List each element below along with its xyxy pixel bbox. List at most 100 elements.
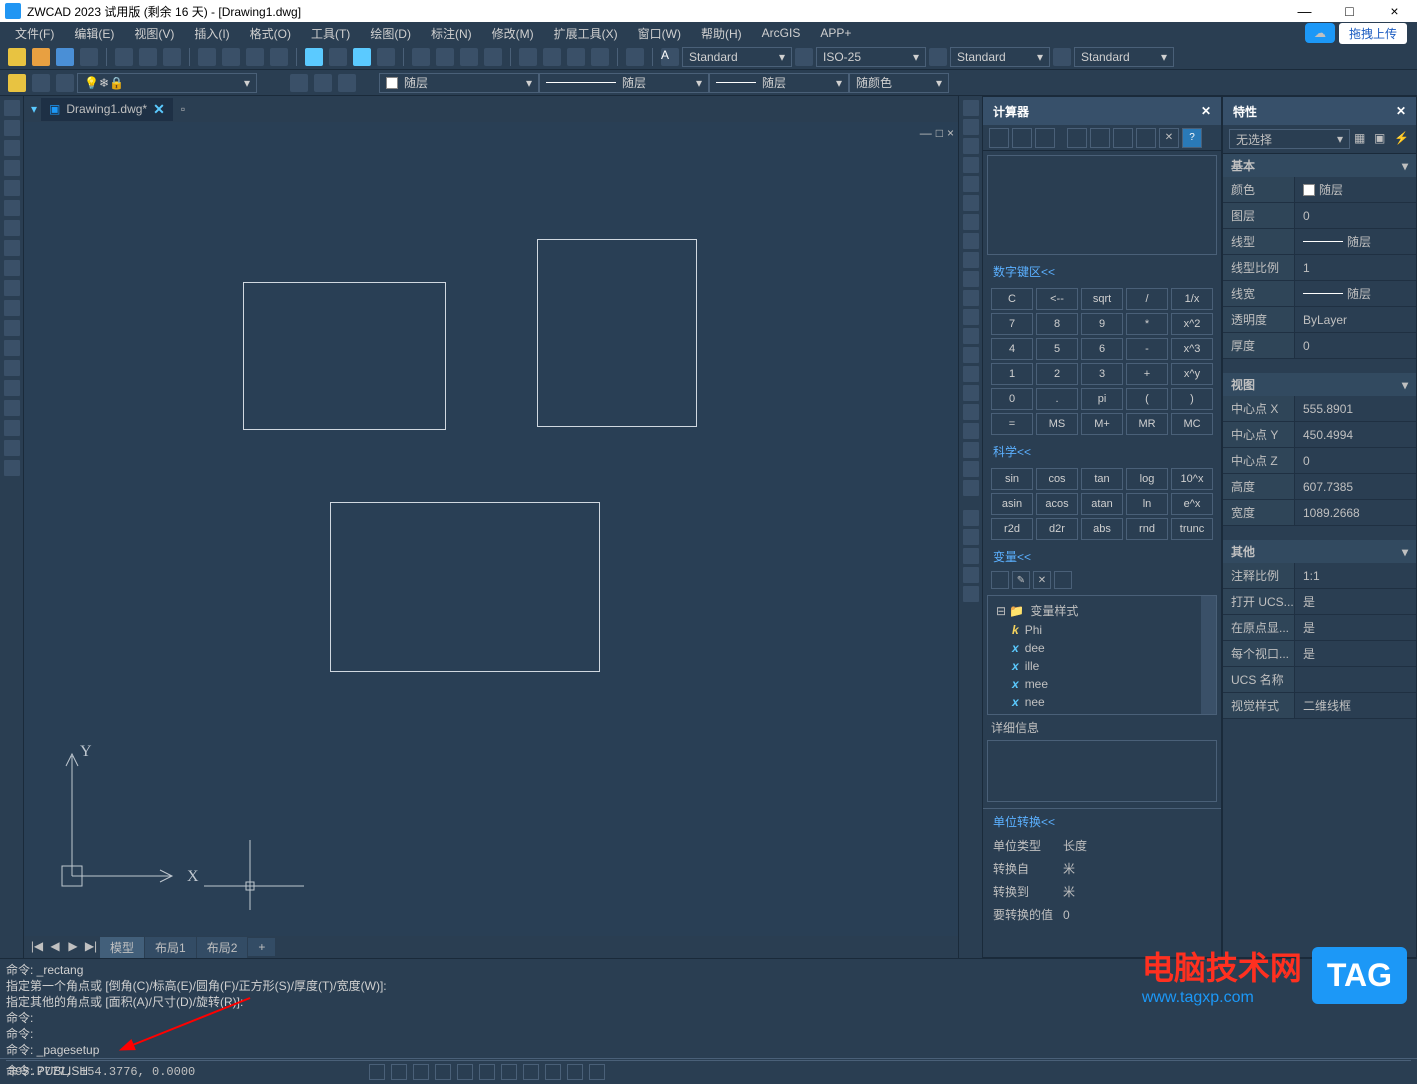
calc-key--[interactable]: - <box>1126 338 1168 360</box>
prop-value[interactable]: 是 <box>1295 641 1416 666</box>
line-icon[interactable] <box>4 100 20 116</box>
menu-express[interactable]: 扩展工具(X) <box>544 25 628 42</box>
dim-style-dropdown[interactable]: ISO-25▾ <box>816 47 926 67</box>
menu-appplus[interactable]: APP+ <box>810 26 861 40</box>
calc-int-icon[interactable] <box>1136 128 1156 148</box>
calc-sci-abs[interactable]: abs <box>1081 518 1123 540</box>
prop-section-header[interactable]: 其他▾ <box>1223 540 1416 563</box>
layer-tool3-icon[interactable] <box>338 74 356 92</box>
model-tab[interactable]: 模型 <box>100 937 144 958</box>
redo-dd-icon[interactable] <box>377 48 395 66</box>
erase-icon[interactable] <box>963 100 979 116</box>
variable-tree[interactable]: ⊟ 📁 变量样式 kPhixdeexillexmeexneexrad <box>987 595 1217 715</box>
calc-sci-asin[interactable]: asin <box>991 493 1033 515</box>
calc-sci-atan[interactable]: atan <box>1081 493 1123 515</box>
calc-key-sqrt[interactable]: sqrt <box>1081 288 1123 310</box>
break-icon[interactable] <box>963 309 979 325</box>
menu-edit[interactable]: 编辑(E) <box>64 25 124 42</box>
window-minimize-button[interactable]: — <box>1282 0 1327 22</box>
calc-key-MC[interactable]: MC <box>1171 413 1213 435</box>
layout1-tab[interactable]: 布局1 <box>145 937 196 958</box>
calc-sci-header[interactable]: 科学<< <box>983 439 1221 464</box>
offset-icon[interactable] <box>963 157 979 173</box>
menu-window[interactable]: 窗口(W) <box>628 25 691 42</box>
select-obj-icon[interactable]: ▣ <box>1374 131 1390 147</box>
calc-key-7[interactable]: 7 <box>991 313 1033 335</box>
rotate-icon[interactable] <box>963 214 979 230</box>
xline-icon[interactable] <box>4 120 20 136</box>
calc-hist-icon[interactable] <box>1012 128 1032 148</box>
calc-key-5[interactable]: 5 <box>1036 338 1078 360</box>
rect-icon[interactable] <box>4 180 20 196</box>
calc-clear-icon[interactable] <box>989 128 1009 148</box>
calc-key-x^2[interactable]: x^2 <box>1171 313 1213 335</box>
var-item-Phi[interactable]: kPhi <box>992 621 1212 639</box>
menu-modify[interactable]: 修改(M) <box>482 25 544 42</box>
calc-key-4[interactable]: 4 <box>991 338 1033 360</box>
calc-key-/[interactable]: / <box>1126 288 1168 310</box>
menu-dimension[interactable]: 标注(N) <box>421 25 482 42</box>
prop-value[interactable]: 450.4994 <box>1295 422 1416 447</box>
layer-tool-3-icon[interactable] <box>963 548 979 564</box>
polygon-icon[interactable] <box>4 160 20 176</box>
selection-dropdown[interactable]: 无选择▾ <box>1229 129 1350 149</box>
tab-close-icon[interactable]: ✕ <box>153 101 165 118</box>
canvas-min-icon[interactable]: — <box>920 126 932 140</box>
props-close-icon[interactable]: ✕ <box>1396 104 1406 118</box>
scale-icon[interactable] <box>963 233 979 249</box>
calc-key-1[interactable]: 1 <box>991 363 1033 385</box>
prop-value[interactable]: 0 <box>1295 333 1416 358</box>
calc-sci-log[interactable]: log <box>1126 468 1168 490</box>
calc-key-=[interactable]: = <box>991 413 1033 435</box>
undo-icon[interactable] <box>305 48 323 66</box>
unit-type-value[interactable]: 长度 <box>1063 837 1211 854</box>
var-item-mee[interactable]: xmee <box>992 675 1212 693</box>
linetype-dropdown[interactable]: 随层▾ <box>539 73 709 93</box>
save-icon[interactable] <box>56 48 74 66</box>
text-a-icon[interactable]: A <box>661 48 679 66</box>
calc-key-x^y[interactable]: x^y <box>1171 363 1213 385</box>
table-icon[interactable] <box>929 48 947 66</box>
color-dropdown[interactable]: 随层▾ <box>379 73 539 93</box>
next-tab-button[interactable]: ▶ <box>65 939 81 955</box>
redo-icon[interactable] <box>353 48 371 66</box>
calc-sci-e^x[interactable]: e^x <box>1171 493 1213 515</box>
text-icon[interactable] <box>4 460 20 476</box>
command-input[interactable]: PUBLISH <box>37 1063 88 1079</box>
new-icon[interactable] <box>8 48 26 66</box>
pan-icon[interactable] <box>412 48 430 66</box>
paste-icon[interactable] <box>246 48 264 66</box>
doc-tab-drawing1[interactable]: ▣ Drawing1.dwg* ✕ <box>41 98 173 121</box>
calc-key-pi[interactable]: pi <box>1081 388 1123 410</box>
command-window[interactable]: 命令: _rectang 指定第一个角点或 [倒角(C)/标高(E)/圆角(F)… <box>0 958 1417 1058</box>
chamfer-icon[interactable] <box>963 347 979 363</box>
block-icon[interactable] <box>4 320 20 336</box>
mirror-icon[interactable] <box>963 138 979 154</box>
explode-icon[interactable] <box>963 385 979 401</box>
convert-value-input[interactable]: 0 <box>1063 908 1211 922</box>
calc-close-icon[interactable]: ✕ <box>1201 104 1211 118</box>
calc-key-([interactable]: ( <box>1126 388 1168 410</box>
ellipse-arc-icon[interactable] <box>4 300 20 316</box>
var-item-rad[interactable]: xrad <box>992 711 1212 715</box>
calc-panel-title[interactable]: 计算器 ✕ <box>983 97 1221 125</box>
copy-icon[interactable] <box>963 119 979 135</box>
calc-key-*[interactable]: * <box>1126 313 1168 335</box>
prop-section-header[interactable]: 基本▾ <box>1223 154 1416 177</box>
cut-icon[interactable] <box>198 48 216 66</box>
saveas-icon[interactable] <box>80 48 98 66</box>
calc-key-x^3[interactable]: x^3 <box>1171 338 1213 360</box>
circle-icon[interactable] <box>4 220 20 236</box>
undo-dd-icon[interactable] <box>329 48 347 66</box>
menu-draw[interactable]: 绘图(D) <box>360 25 421 42</box>
calc-sci-tan[interactable]: tan <box>1081 468 1123 490</box>
menu-insert[interactable]: 插入(I) <box>184 25 239 42</box>
array-icon[interactable] <box>963 176 979 192</box>
join-icon[interactable] <box>963 328 979 344</box>
var-edit-icon[interactable]: ✎ <box>1012 571 1030 589</box>
revcloud-icon[interactable] <box>4 240 20 256</box>
prop-value[interactable]: 二维线框 <box>1295 693 1416 718</box>
calc-key-1/x[interactable]: 1/x <box>1171 288 1213 310</box>
window-maximize-button[interactable]: □ <box>1327 0 1372 22</box>
prop-value[interactable]: 607.7385 <box>1295 474 1416 499</box>
